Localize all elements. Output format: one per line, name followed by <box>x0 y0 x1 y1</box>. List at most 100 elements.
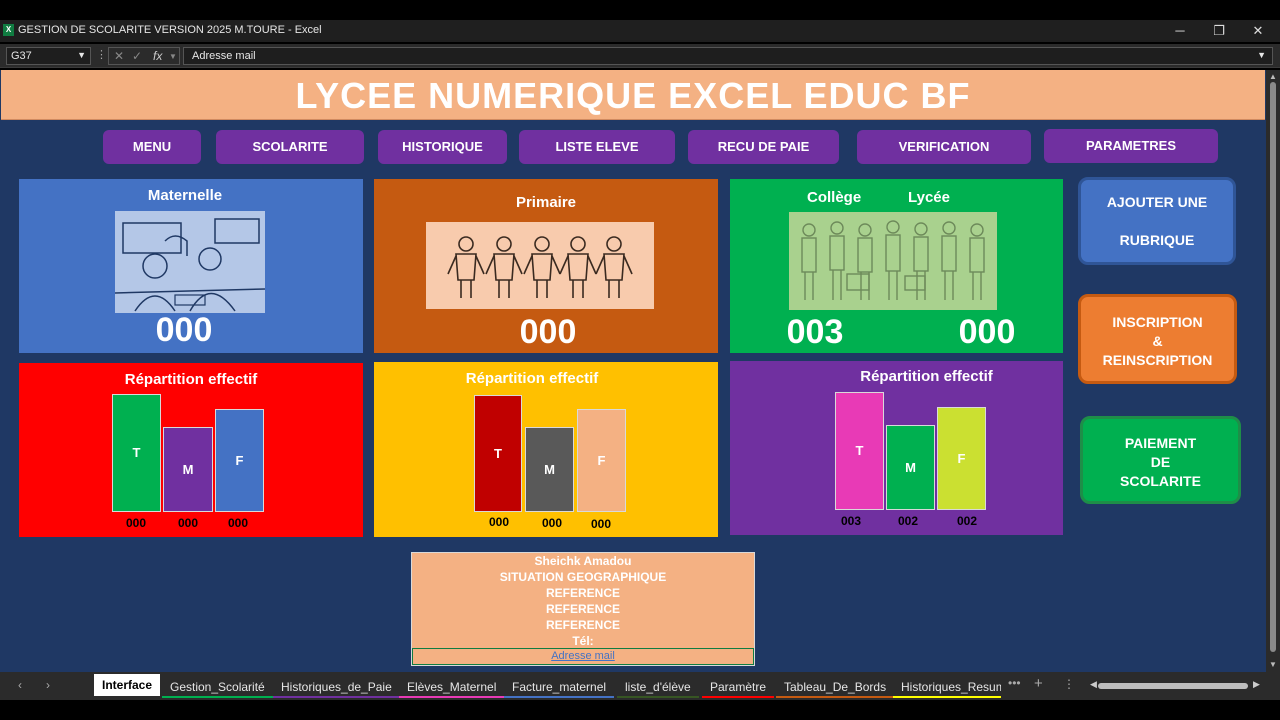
bar-total: T <box>835 392 884 510</box>
scroll-thumb[interactable] <box>1270 82 1276 652</box>
button-line: SCOLARITE <box>1120 472 1201 489</box>
bar-label: M <box>544 461 555 477</box>
bar-value: 000 <box>125 516 147 530</box>
bar-label: F <box>235 452 244 468</box>
lycee-count: 000 <box>958 313 1016 351</box>
liste-eleve-button[interactable]: LISTE ELEVE <box>519 130 675 164</box>
primaire-card[interactable]: Primaire 000 <box>374 179 718 353</box>
bar-label: T <box>855 443 864 458</box>
repartition-primaire-panel: Répartition effectif T M F 000 000 000 <box>374 362 718 537</box>
bar-label: M <box>182 461 194 477</box>
worksheet[interactable]: LYCEE NUMERIQUE EXCEL EDUC BF MENU SCOLA… <box>0 70 1266 672</box>
more-options-icon[interactable]: ⋮ <box>1063 677 1075 691</box>
formula-bar: G37 ▼ ⋮ ✕ ✓ fx ▼ Adresse mail ▼ <box>0 44 1280 68</box>
more-options-icon[interactable]: ⋮ <box>96 48 107 61</box>
chevron-down-icon[interactable]: ▼ <box>169 52 177 61</box>
repartition-maternelle-panel: Répartition effectif T M F 000 000 000 <box>19 363 363 537</box>
bar-value: 002 <box>956 514 978 528</box>
children-drawing-image <box>115 211 265 313</box>
bar-value: 000 <box>177 516 199 530</box>
tab-liste-eleve[interactable]: liste_d'élève <box>617 676 699 698</box>
scroll-up-icon[interactable]: ▲ <box>1269 72 1277 81</box>
bar-label: F <box>957 450 966 466</box>
paiement-scolarite-button[interactable]: PAIEMENT DE SCOLARITE <box>1080 416 1241 504</box>
lycee-title: Lycée <box>908 189 950 206</box>
button-line: DE <box>1150 453 1171 470</box>
parametres-button[interactable]: PARAMETRES <box>1044 129 1218 163</box>
bar-value: 000 <box>488 515 510 529</box>
expand-formula-icon[interactable]: ▼ <box>1257 50 1266 60</box>
tab-historiques-de-paie[interactable]: Historiques_de_Paie <box>273 676 400 698</box>
contact-info-box: Sheichk Amadou SITUATION GEOGRAPHIQUE RE… <box>411 552 755 666</box>
repartition-college-lycee-panel: Répartition effectif T M F 003 002 002 <box>730 361 1063 535</box>
bar-value: 000 <box>227 516 249 530</box>
more-tabs-icon[interactable]: ••• <box>1008 676 1021 690</box>
historique-button[interactable]: HISTORIQUE <box>378 130 507 164</box>
maternelle-title: Maternelle <box>147 187 223 204</box>
tab-parametre[interactable]: Paramètre <box>702 676 775 698</box>
college-title: Collège <box>807 189 862 206</box>
scroll-left-icon[interactable]: ◀ <box>1090 679 1097 690</box>
bar-total: T <box>112 394 161 512</box>
horizontal-scrollbar[interactable]: ◀ ▶ <box>1090 679 1262 692</box>
bar-label: M <box>905 459 916 475</box>
bar-masculin: M <box>163 427 213 512</box>
maternelle-count: 000 <box>155 311 213 349</box>
tab-tableau-de-bords[interactable]: Tableau_De_Bords <box>776 676 895 698</box>
tab-scroll-left-icon[interactable]: ‹ <box>18 678 22 692</box>
primaire-title: Primaire <box>515 194 577 211</box>
close-icon[interactable]: ✕ <box>1243 22 1273 40</box>
formula-input[interactable]: Adresse mail ▼ <box>183 47 1273 65</box>
restore-icon[interactable]: ❐ <box>1204 22 1234 40</box>
bar-masculin: M <box>525 427 574 512</box>
button-line: PAIEMENT <box>1124 435 1197 451</box>
button-line: REINSCRIPTION <box>1102 351 1213 368</box>
inscription-reinscription-button[interactable]: INSCRIPTION & REINSCRIPTION <box>1078 294 1237 384</box>
cancel-icon[interactable]: ✕ <box>114 49 124 63</box>
bar-value: 000 <box>541 516 563 530</box>
tab-gestion-scolarite[interactable]: Gestion_Scolarité <box>162 676 273 698</box>
tab-interface[interactable]: Interface <box>94 674 161 696</box>
enter-icon[interactable]: ✓ <box>132 49 142 63</box>
contact-email-link[interactable]: Adresse mail <box>412 648 754 665</box>
sheet-tab-bar: ‹ › Interface Gestion_Scolarité Historiq… <box>0 672 1280 700</box>
contact-phone: Tél: <box>572 634 594 648</box>
formula-buttons: ✕ ✓ fx ▼ <box>108 47 180 65</box>
scroll-right-icon[interactable]: ▶ <box>1253 679 1260 690</box>
tab-historiques-resum[interactable]: Historiques_Resum <box>893 676 1001 698</box>
tab-facture-maternel[interactable]: Facture_maternel <box>504 676 615 698</box>
minimize-icon[interactable]: ─ <box>1165 22 1195 40</box>
bar-value: 003 <box>840 514 862 528</box>
contact-location: SITUATION GEOGRAPHIQUE <box>499 570 667 584</box>
contact-reference: REFERENCE <box>545 586 620 600</box>
recu-de-paie-button[interactable]: RECU DE PAIE <box>688 130 839 164</box>
bar-label: F <box>597 452 606 468</box>
formula-content: Adresse mail <box>192 50 256 62</box>
tab-scroll-right-icon[interactable]: › <box>46 678 50 692</box>
tab-eleves-maternel[interactable]: Elèves_Maternel <box>399 676 505 698</box>
college-count: 003 <box>786 313 844 351</box>
bar-masculin: M <box>886 425 935 510</box>
contact-reference: REFERENCE <box>545 602 620 616</box>
button-line: & <box>1152 332 1163 349</box>
scroll-down-icon[interactable]: ▼ <box>1269 660 1277 669</box>
scroll-thumb[interactable] <box>1098 683 1248 689</box>
excel-icon: X <box>3 24 14 36</box>
maternelle-card[interactable]: Maternelle 000 <box>19 179 363 353</box>
scolarite-button[interactable]: SCOLARITE <box>216 130 364 164</box>
window-title: GESTION DE SCOLARITE VERSION 2025 M.TOUR… <box>18 24 322 36</box>
bar-value: 002 <box>897 514 919 528</box>
bar-feminin: F <box>577 409 626 512</box>
name-box[interactable]: G37 ▼ <box>6 47 91 65</box>
insert-function-icon[interactable]: fx <box>153 49 162 63</box>
ajouter-rubrique-button[interactable]: AJOUTER UNE RUBRIQUE <box>1078 177 1236 265</box>
add-sheet-icon[interactable]: + <box>1034 675 1043 692</box>
bar-total: T <box>474 395 522 512</box>
cell-reference: G37 <box>11 50 32 62</box>
chevron-down-icon[interactable]: ▼ <box>77 50 86 60</box>
primaire-count: 000 <box>519 313 577 351</box>
vertical-scrollbar[interactable]: ▲ ▼ <box>1266 70 1280 672</box>
verification-button[interactable]: VERIFICATION <box>857 130 1031 164</box>
menu-button[interactable]: MENU <box>103 130 201 164</box>
college-lycee-card[interactable]: Collège Lycée 003 000 <box>730 179 1063 353</box>
